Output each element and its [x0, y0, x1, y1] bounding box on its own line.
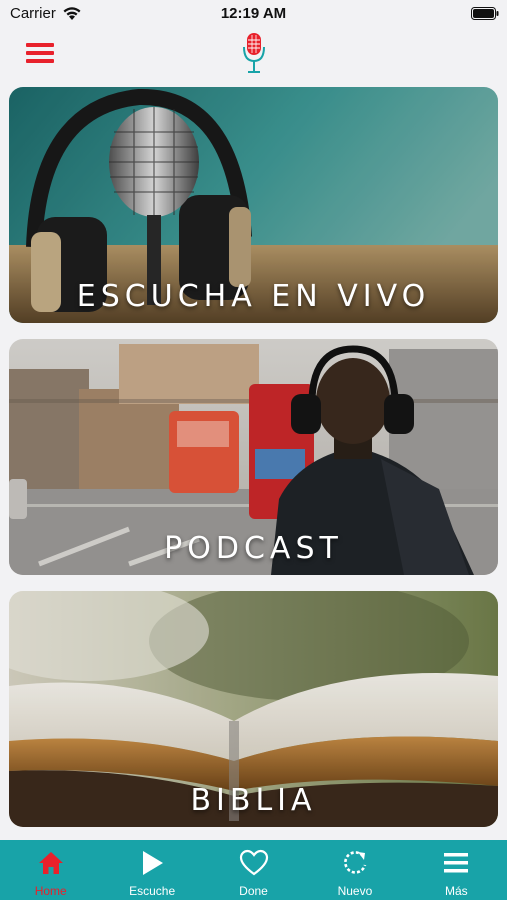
- play-icon: [143, 851, 164, 875]
- tab-bar: Home Escuche Done Nuevo Más: [0, 840, 507, 900]
- refresh-icon: [344, 851, 367, 874]
- tab-escuche[interactable]: Escuche: [101, 840, 202, 900]
- menu-icon: [444, 853, 469, 873]
- top-bar: [0, 28, 507, 80]
- home-icon: [38, 852, 63, 874]
- tab-home-label: Home: [34, 884, 67, 898]
- tab-mas-label: Más: [444, 884, 468, 898]
- bible-label: BIBLIA: [190, 783, 317, 818]
- hamburger-menu-button[interactable]: [22, 38, 58, 68]
- tab-done[interactable]: Done: [203, 840, 304, 900]
- bible-card[interactable]: BIBLIA: [9, 591, 498, 827]
- tab-mas[interactable]: Más: [406, 840, 507, 900]
- battery-icon: [471, 7, 499, 20]
- heart-icon: [239, 849, 268, 876]
- status-time: 12:19 AM: [220, 5, 287, 22]
- hamburger-menu-line: [26, 59, 54, 63]
- live-radio-card[interactable]: ESCUCHA EN VIVO: [9, 87, 498, 323]
- tab-nuevo[interactable]: Nuevo: [304, 840, 405, 900]
- hamburger-menu-line: [26, 51, 54, 55]
- tab-done-label: Done: [239, 884, 268, 898]
- tab-nuevo-label: Nuevo: [337, 884, 373, 898]
- live-radio-label: ESCUCHA EN VIVO: [76, 279, 431, 314]
- microphone-logo-icon: [243, 33, 265, 73]
- tab-escuche-label: Escuche: [129, 884, 176, 898]
- hamburger-menu-icon: [26, 43, 54, 47]
- podcast-label: PODCAST: [164, 531, 343, 566]
- status-bar: Carrier 12:19 AM: [0, 0, 507, 28]
- tab-home[interactable]: Home: [0, 840, 101, 900]
- podcast-card[interactable]: PODCAST: [9, 339, 498, 575]
